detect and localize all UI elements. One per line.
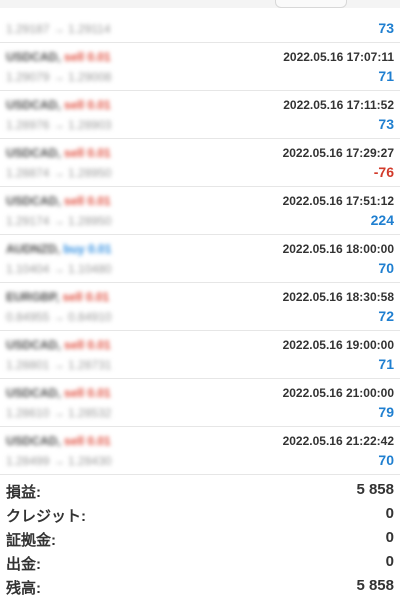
trade-profit: 72: [378, 308, 394, 324]
trade-profit: 224: [370, 212, 394, 228]
trade-row[interactable]: USDCAD, sell 0.01 1.28499 → 1.28430 2022.0…: [0, 427, 400, 475]
trade-close-time: 2022.05.16 17:07:11: [283, 50, 394, 64]
trade-type: sell 0.01: [64, 50, 111, 64]
trade-type: sell 0.01: [64, 386, 111, 400]
summary-row-margin: 証拠金: 0: [0, 526, 400, 550]
trade-profit: 70: [378, 452, 394, 468]
trade-symbol-line: AUDNZD, buy 0.01: [6, 242, 111, 256]
trade-row[interactable]: USDCAD, sell 0.01 1.29174 → 1.28950 2022.0…: [0, 187, 400, 235]
trade-prices: 1.10404 → 1.10480: [6, 262, 112, 276]
trade-prices: 1.28976 → 1.28903: [6, 118, 112, 132]
trade-row[interactable]: USDCAD, sell 0.01 1.28610 → 1.28532 2022.0…: [0, 379, 400, 427]
trade-prices: 1.29079 → 1.29008: [6, 70, 112, 84]
trade-symbol: USDCAD,: [6, 434, 61, 448]
trade-symbol-line: USDCAD, sell 0.01: [6, 146, 111, 160]
trade-symbol: USDCAD,: [6, 98, 61, 112]
trade-prices: 1.28874 → 1.28950: [6, 166, 112, 180]
summary-value: 0: [385, 553, 394, 570]
trade-type: sell 0.01: [64, 338, 111, 352]
summary-value: 0: [385, 505, 394, 522]
trade-symbol-line: USDCAD, sell 0.01: [6, 434, 111, 448]
summary-label: クレジット:: [6, 508, 86, 525]
trade-type: sell 0.01: [64, 146, 111, 160]
trade-type: buy 0.01: [63, 242, 112, 256]
trade-close-time: 2022.05.16 18:00:00: [282, 242, 394, 256]
trade-symbol: USDCAD,: [6, 338, 61, 352]
trade-row[interactable]: USDCAD, sell 0.01 1.28801 → 1.28731 2022.0…: [0, 331, 400, 379]
trade-profit: 70: [378, 260, 394, 276]
trade-symbol-line: USDCAD, sell 0.01: [6, 50, 111, 64]
trade-close-time: 2022.05.16 19:00:00: [282, 338, 394, 352]
trade-close-time: 2022.05.16 18:30:58: [282, 290, 394, 304]
trade-row[interactable]: USDCAD, sell 0.01 1.29079 → 1.29008 2022.0…: [0, 43, 400, 91]
trade-prices: 1.28610 → 1.28532: [6, 406, 112, 420]
trade-type: sell 0.01: [64, 194, 111, 208]
trade-close-time: 2022.05.16 17:11:52: [283, 98, 394, 112]
trade-symbol-line: USDCAD, sell 0.01: [6, 194, 111, 208]
trade-close-time: 2022.05.16 17:51:12: [282, 194, 394, 208]
trade-symbol-line: USDCAD, sell 0.01: [6, 98, 111, 112]
trade-prices: 1.28801 → 1.28731: [6, 358, 112, 372]
trade-profit: -76: [373, 164, 394, 180]
trade-prices: 0.84955 → 0.84910: [6, 310, 112, 324]
summary-label: 残高:: [6, 580, 41, 597]
trade-symbol-line: USDCAD, sell 0.01: [6, 386, 111, 400]
trade-prices: 1.29187 → 1.29114: [6, 22, 111, 36]
trade-symbol-line: EURGBP, sell 0.01: [6, 290, 109, 304]
trade-type: sell 0.01: [64, 98, 111, 112]
trade-row[interactable]: EURGBP, sell 0.01 0.84955 → 0.84910 2022.0…: [0, 283, 400, 331]
trade-profit: 73: [378, 20, 394, 36]
trade-symbol: USDCAD,: [6, 194, 61, 208]
trade-row[interactable]: 1.29187 → 1.29114 73: [0, 0, 400, 43]
summary-row-profit: 損益: 5 858: [0, 478, 400, 502]
trade-profit: 73: [378, 116, 394, 132]
trade-symbol-line: USDCAD, sell 0.01: [6, 338, 111, 352]
trade-row[interactable]: USDCAD, sell 0.01 1.28976 → 1.28903 2022.0…: [0, 91, 400, 139]
summary-value: 5 858: [356, 577, 394, 594]
summary-row-balance: 残高: 5 858: [0, 574, 400, 598]
summary-row-withdrawal: 出金: 0: [0, 550, 400, 574]
summary-label: 出金:: [6, 556, 41, 573]
trade-row[interactable]: USDCAD, sell 0.01 1.28874 → 1.28950 2022.0…: [0, 139, 400, 187]
trade-type: sell 0.01: [62, 290, 110, 304]
trade-symbol: AUDNZD,: [6, 242, 60, 256]
trade-row[interactable]: AUDNZD, buy 0.01 1.10404 → 1.10480 2022.05…: [0, 235, 400, 283]
trade-profit: 79: [378, 404, 394, 420]
trade-symbol: USDCAD,: [6, 386, 61, 400]
trade-type: sell 0.01: [64, 434, 111, 448]
summary-label: 損益:: [6, 484, 41, 501]
trade-symbol: EURGBP,: [6, 290, 60, 304]
trade-close-time: 2022.05.16 21:22:42: [282, 434, 394, 448]
trade-prices: 1.29174 → 1.28950: [6, 214, 112, 228]
trade-symbol: USDCAD,: [6, 50, 61, 64]
trade-profit: 71: [378, 68, 394, 84]
trade-prices: 1.28499 → 1.28430: [6, 454, 112, 468]
summary-label: 証拠金:: [6, 532, 56, 549]
summary-value: 0: [385, 529, 394, 546]
trade-close-time: 2022.05.16 17:29:27: [282, 146, 394, 160]
summary-value: 5 858: [356, 481, 394, 498]
summary-row-credit: クレジット: 0: [0, 502, 400, 526]
trade-close-time: 2022.05.16 21:00:00: [282, 386, 394, 400]
trade-symbol: USDCAD,: [6, 146, 61, 160]
account-summary: 損益: 5 858 クレジット: 0 証拠金: 0 出金: 0 残高: 5 85…: [0, 478, 400, 598]
trade-profit: 71: [378, 356, 394, 372]
